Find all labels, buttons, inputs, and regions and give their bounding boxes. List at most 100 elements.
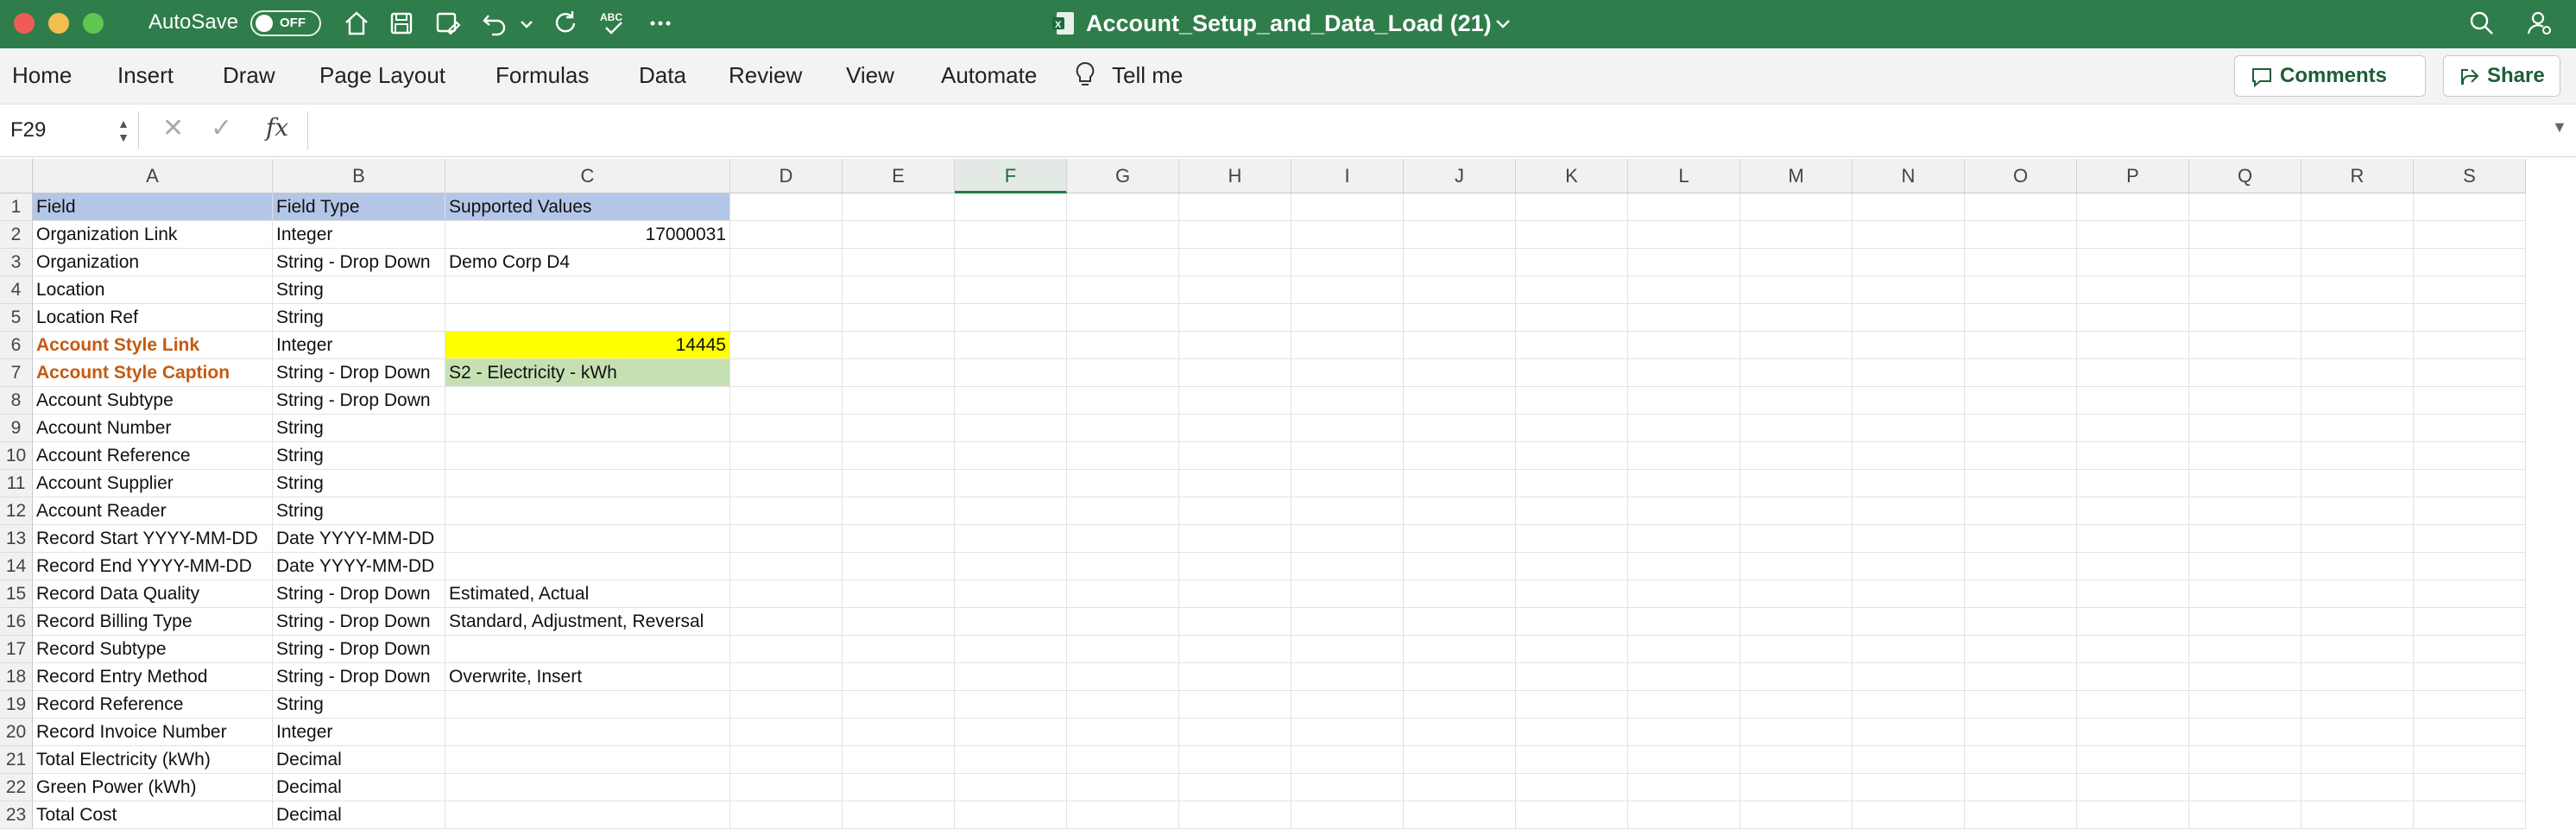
cell-n21[interactable] bbox=[1853, 746, 1965, 774]
cell-d3[interactable] bbox=[730, 249, 843, 276]
cell-l12[interactable] bbox=[1628, 497, 1740, 525]
cell-n9[interactable] bbox=[1853, 415, 1965, 442]
cell-p19[interactable] bbox=[2077, 691, 2189, 719]
cell-b20[interactable]: Integer bbox=[273, 719, 445, 746]
cell-l8[interactable] bbox=[1628, 387, 1740, 415]
cell-i4[interactable] bbox=[1291, 276, 1404, 304]
cell-f5[interactable] bbox=[955, 304, 1067, 332]
cell-n7[interactable] bbox=[1853, 359, 1965, 387]
cell-o1[interactable] bbox=[1965, 193, 2077, 221]
cell-g4[interactable] bbox=[1067, 276, 1179, 304]
cell-s20[interactable] bbox=[2414, 719, 2526, 746]
cell-k7[interactable] bbox=[1516, 359, 1628, 387]
cell-i11[interactable] bbox=[1291, 470, 1404, 497]
cell-e9[interactable] bbox=[843, 415, 955, 442]
column-header-j[interactable]: J bbox=[1404, 159, 1516, 193]
cell-r16[interactable] bbox=[2301, 608, 2414, 636]
cell-g11[interactable] bbox=[1067, 470, 1179, 497]
cell-q8[interactable] bbox=[2189, 387, 2301, 415]
row-header-11[interactable]: 11 bbox=[0, 470, 33, 497]
cell-l20[interactable] bbox=[1628, 719, 1740, 746]
cell-c13[interactable] bbox=[445, 525, 730, 553]
cell-h17[interactable] bbox=[1179, 636, 1291, 663]
row-header-18[interactable]: 18 bbox=[0, 663, 33, 691]
cell-p4[interactable] bbox=[2077, 276, 2189, 304]
cell-k14[interactable] bbox=[1516, 553, 1628, 580]
cell-m14[interactable] bbox=[1740, 553, 1853, 580]
cell-g23[interactable] bbox=[1067, 801, 1179, 829]
cell-h11[interactable] bbox=[1179, 470, 1291, 497]
cell-q19[interactable] bbox=[2189, 691, 2301, 719]
cell-a13[interactable]: Record Start YYYY-MM-DD bbox=[33, 525, 273, 553]
cell-e17[interactable] bbox=[843, 636, 955, 663]
column-header-q[interactable]: Q bbox=[2189, 159, 2301, 193]
cell-r20[interactable] bbox=[2301, 719, 2414, 746]
cell-m12[interactable] bbox=[1740, 497, 1853, 525]
cell-o19[interactable] bbox=[1965, 691, 2077, 719]
cell-i14[interactable] bbox=[1291, 553, 1404, 580]
cell-j19[interactable] bbox=[1404, 691, 1516, 719]
cell-m9[interactable] bbox=[1740, 415, 1853, 442]
cell-p8[interactable] bbox=[2077, 387, 2189, 415]
cell-k16[interactable] bbox=[1516, 608, 1628, 636]
cell-i16[interactable] bbox=[1291, 608, 1404, 636]
cell-a22[interactable]: Green Power (kWh) bbox=[33, 774, 273, 801]
cell-i1[interactable] bbox=[1291, 193, 1404, 221]
cell-o13[interactable] bbox=[1965, 525, 2077, 553]
cell-q23[interactable] bbox=[2189, 801, 2301, 829]
worksheet-grid[interactable]: A B C D E F G H I J K L M N O P Q R S 1 Field Field Type Suppo… bbox=[0, 159, 2576, 836]
expand-formula-icon[interactable]: ▼ bbox=[2552, 118, 2567, 136]
column-header-k[interactable]: K bbox=[1516, 159, 1628, 193]
cell-g15[interactable] bbox=[1067, 580, 1179, 608]
tab-home[interactable]: Home bbox=[12, 62, 72, 89]
name-box-stepper-icon[interactable]: ▲ ▼ bbox=[117, 117, 129, 144]
home-icon[interactable] bbox=[342, 9, 371, 38]
cell-s10[interactable] bbox=[2414, 442, 2526, 470]
cell-e19[interactable] bbox=[843, 691, 955, 719]
column-header-n[interactable]: N bbox=[1853, 159, 1965, 193]
cell-g10[interactable] bbox=[1067, 442, 1179, 470]
save-as-icon[interactable] bbox=[433, 9, 463, 38]
cell-a17[interactable]: Record Subtype bbox=[33, 636, 273, 663]
cell-d8[interactable] bbox=[730, 387, 843, 415]
cell-s18[interactable] bbox=[2414, 663, 2526, 691]
cell-a12[interactable]: Account Reader bbox=[33, 497, 273, 525]
row-header-3[interactable]: 3 bbox=[0, 249, 33, 276]
cell-i18[interactable] bbox=[1291, 663, 1404, 691]
cell-g17[interactable] bbox=[1067, 636, 1179, 663]
cell-m16[interactable] bbox=[1740, 608, 1853, 636]
cell-c17[interactable] bbox=[445, 636, 730, 663]
cell-k15[interactable] bbox=[1516, 580, 1628, 608]
cell-m10[interactable] bbox=[1740, 442, 1853, 470]
cell-g12[interactable] bbox=[1067, 497, 1179, 525]
cell-m7[interactable] bbox=[1740, 359, 1853, 387]
cell-e1[interactable] bbox=[843, 193, 955, 221]
cell-h20[interactable] bbox=[1179, 719, 1291, 746]
cell-r4[interactable] bbox=[2301, 276, 2414, 304]
cell-d18[interactable] bbox=[730, 663, 843, 691]
cell-o16[interactable] bbox=[1965, 608, 2077, 636]
cell-i8[interactable] bbox=[1291, 387, 1404, 415]
cell-d1[interactable] bbox=[730, 193, 843, 221]
cell-j14[interactable] bbox=[1404, 553, 1516, 580]
cell-q3[interactable] bbox=[2189, 249, 2301, 276]
tab-view[interactable]: View bbox=[846, 62, 894, 89]
tab-insert[interactable]: Insert bbox=[117, 62, 174, 89]
cell-p22[interactable] bbox=[2077, 774, 2189, 801]
cell-j7[interactable] bbox=[1404, 359, 1516, 387]
cell-i19[interactable] bbox=[1291, 691, 1404, 719]
cell-l1[interactable] bbox=[1628, 193, 1740, 221]
cell-s1[interactable] bbox=[2414, 193, 2526, 221]
cell-n8[interactable] bbox=[1853, 387, 1965, 415]
cell-q13[interactable] bbox=[2189, 525, 2301, 553]
cell-g6[interactable] bbox=[1067, 332, 1179, 359]
cell-j15[interactable] bbox=[1404, 580, 1516, 608]
cell-j20[interactable] bbox=[1404, 719, 1516, 746]
cell-b1[interactable]: Field Type bbox=[273, 193, 445, 221]
cell-p21[interactable] bbox=[2077, 746, 2189, 774]
save-icon[interactable] bbox=[387, 9, 416, 38]
row-header-16[interactable]: 16 bbox=[0, 608, 33, 636]
cell-l13[interactable] bbox=[1628, 525, 1740, 553]
row-header-10[interactable]: 10 bbox=[0, 442, 33, 470]
cell-g3[interactable] bbox=[1067, 249, 1179, 276]
